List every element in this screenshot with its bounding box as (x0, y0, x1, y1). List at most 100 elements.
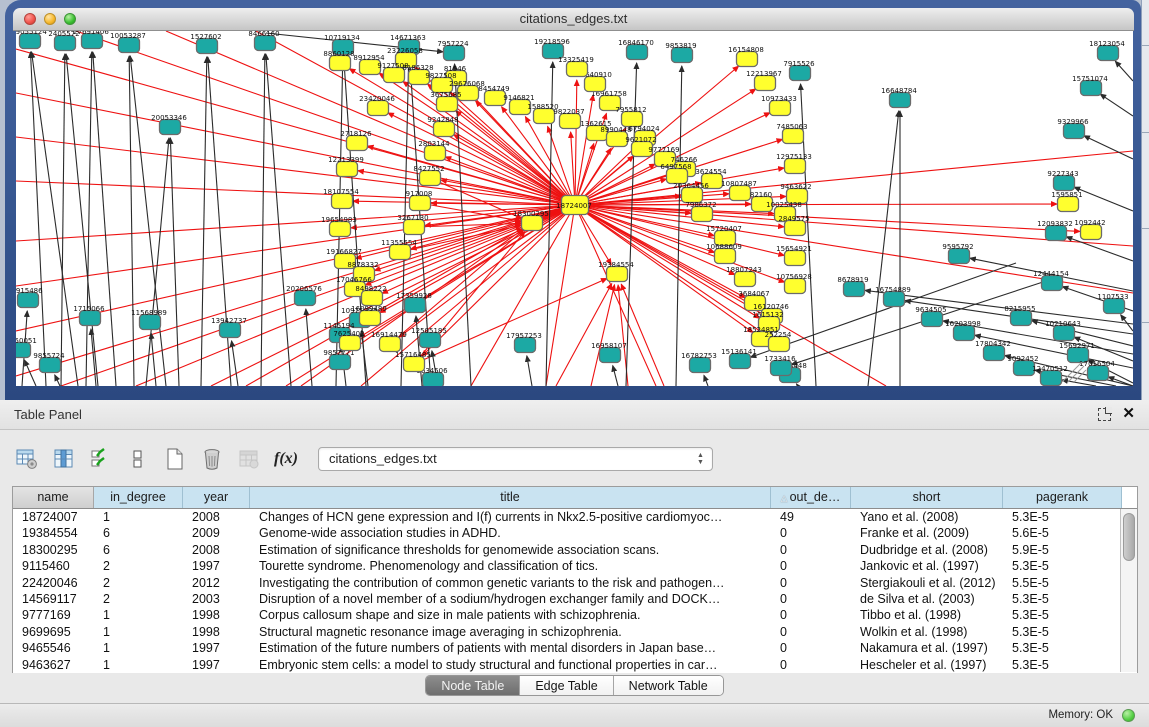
table-cell[interactable]: Embryonic stem cells: a model to study s… (250, 657, 771, 673)
graph-edge[interactable] (86, 52, 92, 386)
table-cell[interactable]: 0 (771, 525, 851, 541)
graph-edge[interactable] (575, 80, 577, 205)
graph-edge[interactable] (129, 56, 134, 386)
table-cell[interactable]: Estimation of significance thresholds fo… (250, 542, 771, 558)
table-cell[interactable]: 2009 (183, 525, 250, 541)
table-cell[interactable]: 6 (94, 525, 183, 541)
table-cell[interactable]: Tourette syndrome. Phenomenology and cla… (250, 558, 771, 574)
table-cell[interactable]: 5.3E-5 (1003, 558, 1122, 574)
table-selector-dropdown[interactable]: citations_edges.txt ▲▼ (318, 447, 713, 471)
table-cell[interactable]: 5.9E-5 (1003, 542, 1122, 558)
table-cell[interactable]: 5.5E-5 (1003, 575, 1122, 591)
graph-edge[interactable] (1074, 187, 1133, 211)
table-cell[interactable]: Estimation of the future numbers of pati… (250, 640, 771, 656)
column-header-pagerank[interactable]: pagerank (1003, 487, 1122, 508)
table-cell[interactable]: Hescheler et al. (1997) (851, 657, 1003, 673)
graph-edge[interactable] (232, 341, 238, 386)
table-row[interactable]: 911546021997Tourette syndrome. Phenomeno… (13, 558, 1137, 574)
table-cell[interactable]: 1 (94, 509, 183, 525)
table-row[interactable]: 1830029562008Estimation of significance … (13, 542, 1137, 558)
table-cell[interactable]: Dudbridge et al. (2008) (851, 542, 1003, 558)
table-cell[interactable]: 5.3E-5 (1003, 640, 1122, 656)
table-cell[interactable]: 1 (94, 657, 183, 673)
graph-edge[interactable] (261, 54, 265, 386)
table-cell[interactable]: 5.3E-5 (1003, 591, 1122, 607)
table-row[interactable]: 2242004622012Investigating the contribut… (13, 575, 1137, 591)
network-canvas[interactable]: 1905512424055722769140610053287152760284… (16, 31, 1133, 386)
table-settings-icon[interactable] (14, 446, 40, 472)
table-cell[interactable]: Structural magnetic resonance image aver… (250, 624, 771, 640)
table-cell[interactable]: Corpus callosum shape and size in male p… (250, 607, 771, 623)
graph-edge[interactable] (676, 66, 682, 386)
table-row[interactable]: 946554611997Estimation of the future num… (13, 640, 1137, 656)
table-cell[interactable]: Tibbo et al. (1998) (851, 607, 1003, 623)
graph-edge[interactable] (1066, 237, 1133, 261)
graph-edge[interactable] (613, 366, 618, 386)
table-cell[interactable]: 6 (94, 542, 183, 558)
table-cell[interactable]: de Silva et al. (2003) (851, 591, 1003, 607)
table-cell[interactable]: 1997 (183, 640, 250, 656)
table-row[interactable]: 946362711997Embryonic stem cells: a mode… (13, 657, 1137, 673)
tab-node-table[interactable]: Node Table (426, 676, 520, 695)
graph-edge[interactable] (704, 375, 708, 386)
graph-edge[interactable] (454, 135, 575, 205)
table-cell[interactable]: 0 (771, 657, 851, 673)
table-cell[interactable]: Disruption of a novel member of a sodium… (250, 591, 771, 607)
table-cell[interactable]: Changes of HCN gene expression and I(f) … (250, 509, 771, 525)
column-header-short[interactable]: short (851, 487, 1003, 508)
table-cell[interactable]: 22420046 (13, 575, 94, 591)
table-cell[interactable]: 1997 (183, 657, 250, 673)
graph-edge[interactable] (61, 54, 65, 386)
column-header-indegree[interactable]: in_degree (94, 487, 183, 508)
table-cell[interactable]: Nakamura et al. (1997) (851, 640, 1003, 656)
table-cell[interactable]: 0 (771, 558, 851, 574)
table-cell[interactable]: 0 (771, 640, 851, 656)
graph-edge[interactable] (306, 309, 312, 386)
graph-edge[interactable] (16, 205, 575, 286)
column-header-outde[interactable]: △out_de… (771, 487, 851, 508)
table-cell[interactable]: 0 (771, 542, 851, 558)
table-cell[interactable]: 1998 (183, 624, 250, 640)
column-visibility-icon[interactable] (51, 446, 77, 472)
select-columns-icon[interactable] (88, 446, 114, 472)
table-cell[interactable]: 5.3E-5 (1003, 509, 1122, 525)
table-cell[interactable]: 14569117 (13, 591, 94, 607)
graph-edge[interactable] (796, 384, 798, 386)
tab-edge-table[interactable]: Edge Table (520, 676, 613, 695)
table-cell[interactable]: 19384554 (13, 525, 94, 541)
graph-edge[interactable] (527, 356, 532, 386)
network-window-titlebar[interactable]: citations_edges.txt (13, 8, 1134, 31)
graph-edge[interactable] (151, 333, 156, 386)
table-cell[interactable]: 18724007 (13, 509, 94, 525)
function-builder-icon[interactable]: f(x) (273, 446, 299, 472)
tab-network-table[interactable]: Network Table (614, 676, 723, 695)
table-row[interactable]: 1938455462009Genome-wide association stu… (13, 525, 1137, 541)
table-cell[interactable]: 5.3E-5 (1003, 657, 1122, 673)
graph-edge[interactable] (130, 56, 166, 386)
table-row[interactable]: 977716911998Corpus callosum shape and si… (13, 607, 1137, 623)
table-cell[interactable]: 18300295 (13, 542, 94, 558)
merge-rows-icon[interactable] (125, 446, 151, 472)
table-cell[interactable]: 5.6E-5 (1003, 525, 1122, 541)
graph-edge[interactable] (16, 181, 575, 205)
table-cell[interactable]: 0 (771, 624, 851, 640)
table-cell[interactable]: 1 (94, 607, 183, 623)
table-cell[interactable]: 9699695 (13, 624, 94, 640)
table-cell[interactable]: Stergiakouli et al. (2012) (851, 575, 1003, 591)
column-header-name[interactable]: name (13, 487, 94, 508)
table-cell[interactable]: 2012 (183, 575, 250, 591)
graph-edge[interactable] (201, 57, 207, 386)
graph-edge[interactable] (16, 49, 575, 205)
table-cell[interactable]: 5.3E-5 (1003, 624, 1122, 640)
table-cell[interactable]: 2 (94, 558, 183, 574)
table-row[interactable]: 969969511998Structural magnetic resonanc… (13, 624, 1137, 640)
scrollbar-thumb[interactable] (1123, 513, 1135, 561)
graph-edge[interactable] (93, 52, 116, 386)
table-cell[interactable]: Franke et al. (2009) (851, 525, 1003, 541)
table-cell[interactable]: 1 (94, 624, 183, 640)
table-cell[interactable]: Genome-wide association studies in ADHD. (250, 525, 771, 541)
column-header-title[interactable]: title (250, 487, 771, 508)
float-panel-icon[interactable] (1098, 408, 1111, 421)
graph-edge[interactable] (55, 375, 60, 386)
table-cell[interactable]: Wolkin et al. (1998) (851, 624, 1003, 640)
